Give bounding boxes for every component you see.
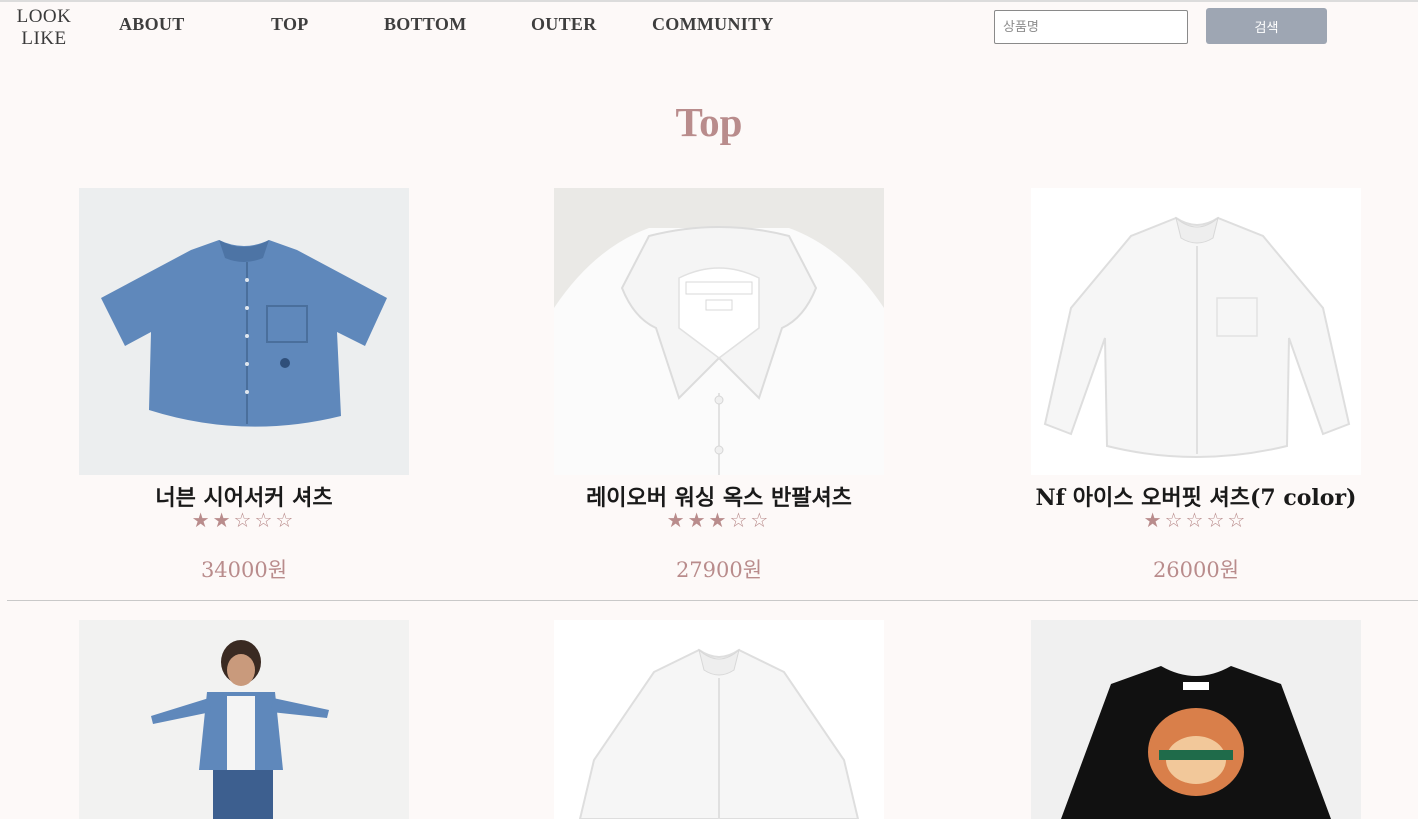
product-card[interactable]: 너븐 시어서커 셔츠 ★★☆☆☆ 34000원: [79, 188, 409, 582]
white-shirt-image[interactable]: [554, 620, 884, 819]
product-price: 26000원: [1152, 558, 1240, 582]
rating-stars: ★☆☆☆☆: [1143, 508, 1249, 532]
product-card[interactable]: 레이오버 워싱 옥스 반팔셔츠 ★★★☆☆ 27900원: [554, 188, 884, 582]
page-title: Top: [675, 99, 743, 145]
product-card[interactable]: Nf 아이스 오버핏 셔츠(7 color) ★☆☆☆☆ 26000원: [1031, 188, 1361, 582]
top-border: [0, 0, 1418, 2]
white-oversized-shirt-image[interactable]: [1031, 188, 1361, 475]
product-card[interactable]: [79, 620, 409, 819]
row-divider: [7, 600, 1418, 601]
rating-stars: ★★★☆☆: [666, 508, 772, 532]
product-card[interactable]: [1031, 620, 1361, 819]
logo-line2: LIKE: [21, 28, 67, 49]
logo[interactable]: LOOK LIKE: [10, 6, 78, 50]
product-card[interactable]: [554, 620, 884, 819]
nav-about[interactable]: ABOUT: [119, 14, 185, 35]
product-price: 27900원: [675, 558, 763, 582]
tiger-sweatshirt-image[interactable]: [1031, 620, 1361, 819]
search-button[interactable]: 검색: [1206, 8, 1327, 44]
logo-line1: LOOK: [16, 6, 72, 27]
denim-shirt-image[interactable]: [79, 188, 409, 475]
nav-bottom[interactable]: BOTTOM: [384, 14, 466, 35]
nav-community[interactable]: COMMUNITY: [652, 14, 774, 35]
model-denim-shirt-image[interactable]: [79, 620, 409, 819]
nav-top[interactable]: TOP: [271, 14, 309, 35]
rating-stars: ★★☆☆☆: [191, 508, 297, 532]
nav-outer[interactable]: OUTER: [531, 14, 597, 35]
search-input[interactable]: [994, 10, 1188, 44]
white-shirt-collar-image[interactable]: [554, 188, 884, 475]
product-price: 34000원: [200, 558, 288, 582]
